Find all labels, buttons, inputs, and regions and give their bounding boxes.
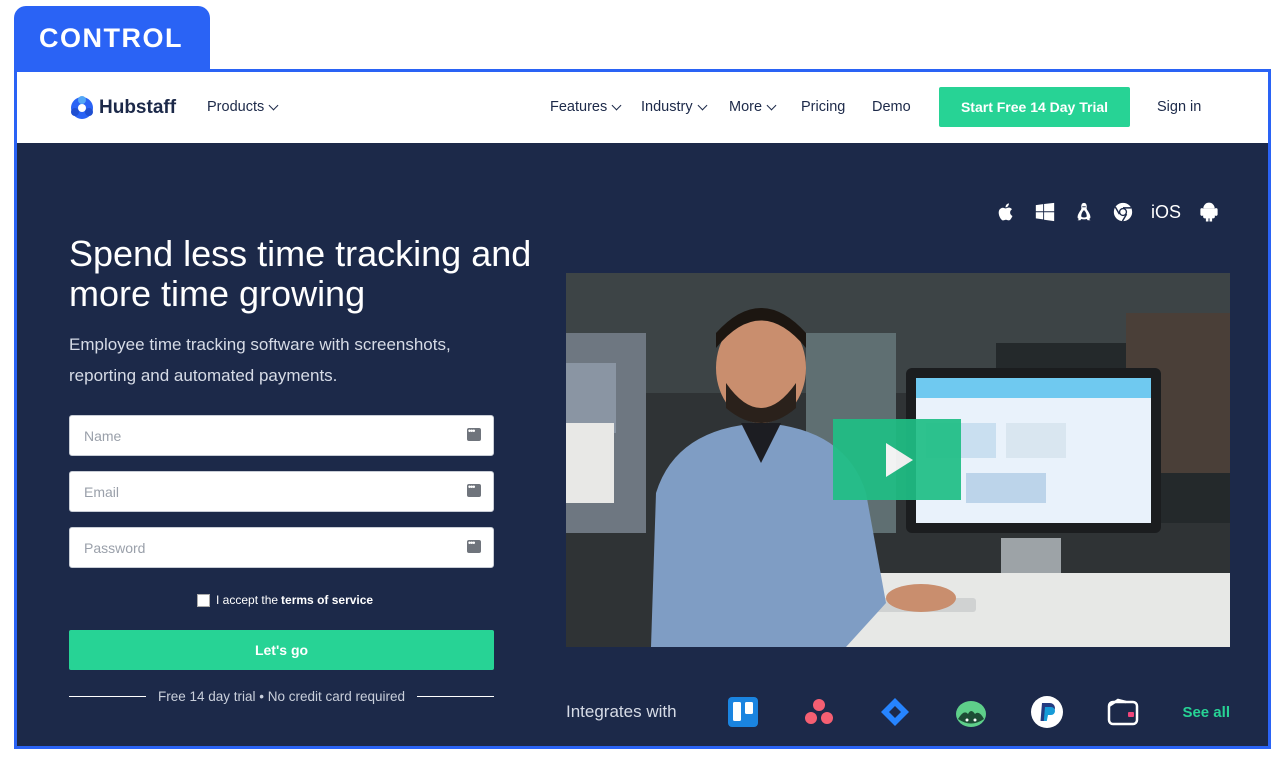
nav-features[interactable]: Features bbox=[550, 99, 622, 115]
autofill-key-icon[interactable] bbox=[467, 482, 481, 497]
nav-industry-label: Industry bbox=[641, 99, 693, 115]
nav-products-label: Products bbox=[207, 99, 265, 115]
nav-features-label: Features bbox=[550, 99, 608, 115]
trial-note-text: Free 14 day trial • No credit card requi… bbox=[157, 689, 406, 704]
autofill-key-icon[interactable] bbox=[467, 426, 481, 441]
trial-note: Free 14 day trial • No credit card requi… bbox=[69, 689, 494, 704]
nav-industry[interactable]: Industry bbox=[641, 99, 708, 115]
autofill-key-icon[interactable] bbox=[467, 538, 481, 553]
nav-more[interactable]: More bbox=[729, 99, 777, 115]
play-button[interactable] bbox=[833, 419, 961, 500]
chevron-down-icon bbox=[697, 100, 708, 110]
brand-logo[interactable]: Hubstaff bbox=[69, 95, 176, 121]
terms-link[interactable]: terms of service bbox=[281, 593, 373, 607]
sign-in-link[interactable]: Sign in bbox=[1157, 99, 1201, 115]
paypal-icon[interactable] bbox=[1030, 695, 1064, 729]
wallet-icon[interactable] bbox=[1106, 695, 1140, 729]
android-icon[interactable] bbox=[1198, 201, 1220, 223]
name-field[interactable] bbox=[69, 415, 494, 456]
chevron-down-icon bbox=[611, 100, 622, 110]
page-frame: Hubstaff Products Features Industry More… bbox=[14, 69, 1271, 749]
see-all-integrations-link[interactable]: See all bbox=[1182, 704, 1230, 721]
asana-icon[interactable] bbox=[802, 695, 836, 729]
name-input[interactable] bbox=[70, 416, 493, 455]
chevron-down-icon bbox=[766, 100, 777, 110]
divider bbox=[69, 696, 146, 697]
trello-icon[interactable] bbox=[726, 695, 760, 729]
product-video[interactable] bbox=[566, 273, 1230, 647]
hubstaff-logo-icon bbox=[71, 96, 93, 119]
terms-checkbox[interactable] bbox=[197, 593, 210, 607]
integrations-bar: Integrates with See all bbox=[566, 692, 1230, 732]
variant-label: CONTROL bbox=[14, 6, 210, 70]
password-input[interactable] bbox=[70, 528, 493, 567]
brand-name: Hubstaff bbox=[99, 97, 177, 118]
start-trial-button[interactable]: Start Free 14 Day Trial bbox=[939, 87, 1130, 127]
password-field[interactable] bbox=[69, 527, 494, 568]
divider bbox=[417, 696, 494, 697]
lets-go-button[interactable]: Let's go bbox=[69, 630, 494, 670]
terms-prefix: I accept the bbox=[216, 593, 279, 607]
nav-more-label: More bbox=[729, 99, 763, 115]
linux-icon[interactable] bbox=[1073, 201, 1095, 223]
email-input[interactable] bbox=[70, 472, 493, 511]
email-field[interactable] bbox=[69, 471, 494, 512]
windows-icon[interactable] bbox=[1034, 201, 1056, 223]
integrations-label: Integrates with bbox=[566, 702, 677, 721]
apple-icon[interactable] bbox=[995, 201, 1017, 223]
hero-headline: Spend less time tracking and more time g… bbox=[69, 233, 532, 314]
nav-demo[interactable]: Demo bbox=[872, 99, 911, 115]
chevron-down-icon bbox=[268, 100, 279, 110]
nav-pricing[interactable]: Pricing bbox=[801, 99, 845, 115]
nav-products[interactable]: Products bbox=[207, 99, 279, 115]
hero-subheadline: Employee time tracking software with scr… bbox=[69, 335, 451, 385]
platform-icons: iOS bbox=[995, 201, 1220, 223]
basecamp-icon[interactable] bbox=[954, 695, 988, 729]
ios-label[interactable]: iOS bbox=[1151, 202, 1181, 223]
top-nav: Hubstaff Products Features Industry More… bbox=[17, 72, 1268, 143]
jira-icon[interactable] bbox=[878, 695, 912, 729]
integration-logos bbox=[726, 695, 1140, 729]
terms-row: I accept the terms of service bbox=[197, 593, 373, 607]
chrome-icon[interactable] bbox=[1112, 201, 1134, 223]
